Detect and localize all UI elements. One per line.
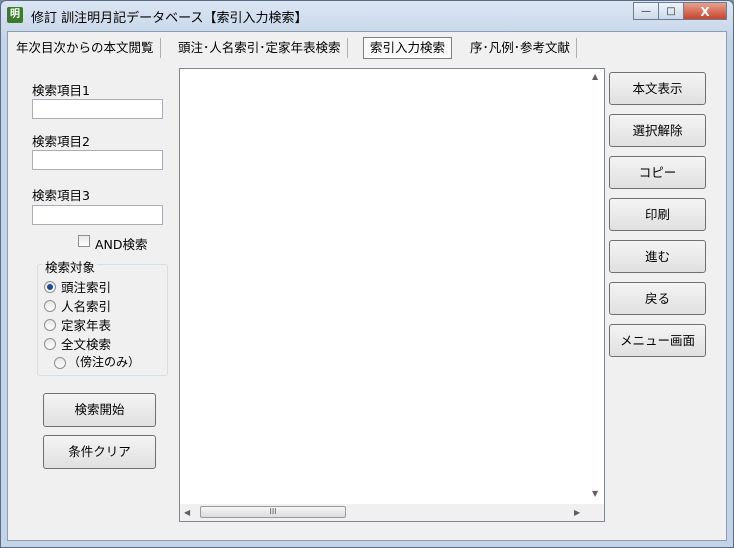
app-window: 明 修訂 訓注明月記データベース【索引入力検索】 — □ X 年次目次からの本文…: [0, 0, 734, 548]
scroll-right-icon[interactable]: ▶: [574, 509, 580, 517]
copy-button[interactable]: コピー: [609, 156, 706, 189]
search-field-2-input[interactable]: [32, 150, 163, 170]
client-area: 年次目次からの本文閲覧 頭注･人名索引･定家年表検索 索引入力検索 序･凡例･参…: [7, 31, 727, 541]
search-field-1-input[interactable]: [32, 99, 163, 119]
radio-teika-chronology[interactable]: [44, 319, 56, 331]
search-field-3-label: 検索項目3: [32, 188, 90, 203]
results-list[interactable]: ▲ ▼ ◀ III ▶: [179, 68, 605, 522]
scroll-down-icon[interactable]: ▼: [592, 490, 598, 498]
scroll-corner: [587, 504, 604, 521]
horizontal-scroll-thumb[interactable]: III: [200, 506, 346, 518]
radio-teika-chronology-label: 定家年表: [61, 318, 112, 333]
tab-preface[interactable]: 序･凡例･参考文献: [464, 38, 578, 58]
show-text-button[interactable]: 本文表示: [609, 72, 706, 105]
scroll-left-icon[interactable]: ◀: [184, 509, 190, 517]
vertical-scrollbar[interactable]: ▲ ▼: [587, 69, 604, 504]
caption-buttons: — □ X: [633, 2, 727, 21]
scroll-up-icon[interactable]: ▲: [592, 73, 598, 81]
radio-headnote-index-label: 頭注索引: [61, 280, 112, 295]
back-button[interactable]: 戻る: [609, 282, 706, 315]
deselect-button[interactable]: 選択解除: [609, 114, 706, 147]
tab-strip: 年次目次からの本文閲覧 頭注･人名索引･定家年表検索 索引入力検索 序･凡例･参…: [8, 32, 726, 60]
search-field-3-input[interactable]: [32, 205, 163, 225]
tab-year-toc[interactable]: 年次目次からの本文閲覧: [10, 38, 161, 58]
radio-headnote-index[interactable]: [44, 281, 56, 293]
radio-person-index-label: 人名索引: [61, 299, 112, 314]
window-title: 修訂 訓注明月記データベース【索引入力検索】: [31, 11, 308, 26]
tab-index-search[interactable]: 索引入力検索: [363, 37, 453, 59]
radio-sidenote-only-label: （傍注のみ）: [68, 355, 141, 369]
radio-person-index[interactable]: [44, 300, 56, 312]
maximize-button[interactable]: □: [658, 2, 684, 20]
forward-button[interactable]: 進む: [609, 240, 706, 273]
menu-screen-button[interactable]: メニュー画面: [609, 324, 706, 357]
title-bar: 明 修訂 訓注明月記データベース【索引入力検索】 — □ X: [1, 1, 733, 29]
app-icon: 明: [7, 7, 23, 23]
minimize-button[interactable]: —: [633, 2, 659, 20]
tab-headnote-search[interactable]: 頭注･人名索引･定家年表検索: [172, 38, 348, 58]
radio-fulltext-label: 全文検索: [61, 337, 112, 352]
clear-conditions-button[interactable]: 条件クリア: [43, 435, 156, 469]
search-start-button[interactable]: 検索開始: [43, 393, 156, 427]
search-field-1-label: 検索項目1: [32, 83, 90, 98]
search-field-2-label: 検索項目2: [32, 134, 90, 149]
print-button[interactable]: 印刷: [609, 198, 706, 231]
search-target-title: 検索対象: [43, 257, 98, 276]
horizontal-scrollbar[interactable]: ◀ III ▶: [180, 504, 587, 521]
and-search-checkbox[interactable]: [78, 235, 90, 247]
radio-sidenote-only[interactable]: [54, 357, 66, 369]
close-button[interactable]: X: [683, 2, 727, 20]
and-search-label: AND検索: [95, 237, 148, 252]
radio-fulltext[interactable]: [44, 338, 56, 350]
